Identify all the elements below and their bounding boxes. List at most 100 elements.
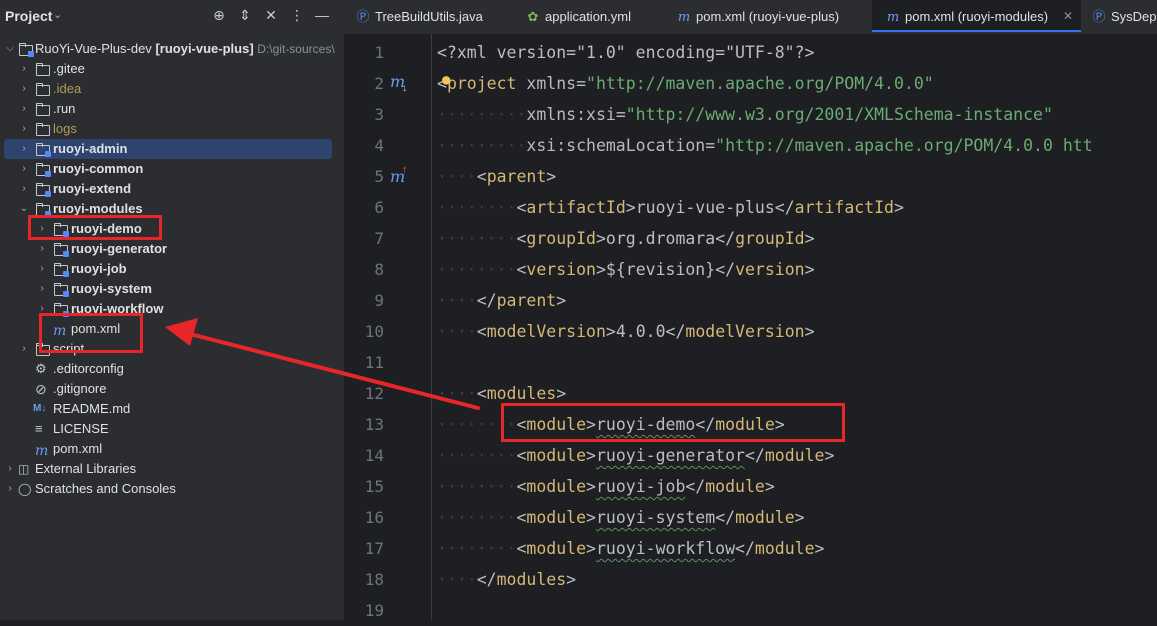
- tree-item-label: ruoyi-extend: [53, 181, 132, 196]
- tree-item-ruoyi-generator[interactable]: › ruoyi-generator: [4, 239, 332, 259]
- chevron-right-icon[interactable]: ›: [18, 159, 30, 179]
- chevron-right-icon[interactable]: ›: [18, 59, 30, 79]
- code-line-15: ········<module>ruoyi-job</module>: [437, 477, 775, 496]
- arrow-down-icon: ↓: [402, 82, 408, 94]
- project-tag: project: [446, 74, 517, 93]
- tree-item-label: README.md: [53, 401, 131, 416]
- tag-name: groupId: [526, 229, 596, 248]
- xmlns-attr: xmlns: [526, 74, 577, 93]
- module-value: ruoyi-job: [595, 477, 686, 496]
- tag-value: org.dromara: [605, 229, 716, 248]
- tree-item-editorconfig[interactable]: ⚙ .editorconfig: [4, 359, 332, 379]
- tab-pom-ruoyi-vue-plus[interactable]: m pom.xml (ruoyi-vue-plus): [677, 0, 839, 34]
- tag-name: module: [764, 446, 825, 465]
- tag-name: module: [526, 477, 587, 496]
- line-number: 17: [364, 539, 384, 558]
- tree-item-license[interactable]: ≡ LICENSE: [4, 419, 332, 439]
- module-folder-icon: [53, 242, 69, 257]
- line-number: 16: [364, 508, 384, 527]
- schema-attr: xsi:schemaLocation: [526, 136, 706, 155]
- tag-name: parent: [496, 291, 557, 310]
- tree-item-label: LICENSE: [53, 421, 109, 436]
- tree-item-idea[interactable]: › .idea: [4, 79, 332, 99]
- module-value: ruoyi-workflow: [595, 539, 736, 558]
- code-line-18: ····</modules>: [437, 570, 577, 589]
- tree-item-external-libraries[interactable]: › ◫ External Libraries: [4, 459, 332, 479]
- chevron-right-icon[interactable]: ›: [36, 239, 48, 259]
- java-class-icon: Ⓟ: [356, 9, 370, 24]
- code-line-10: ····<modelVersion>4.0.0</modelVersion>: [437, 322, 815, 341]
- chevron-right-icon[interactable]: ›: [18, 119, 30, 139]
- chevron-right-icon[interactable]: ›: [4, 459, 16, 479]
- bulb-icon[interactable]: ●: [442, 65, 450, 96]
- java-class-icon: Ⓟ: [1092, 9, 1106, 24]
- expand-all-icon[interactable]: ⇕: [236, 6, 254, 24]
- tree-item-run[interactable]: › .run: [4, 99, 332, 119]
- tag-name: module: [705, 477, 765, 496]
- tree-item-readme[interactable]: M↓ README.md: [4, 399, 332, 419]
- chevron-right-icon[interactable]: ›: [36, 259, 48, 279]
- gutter-separator: [431, 34, 432, 620]
- locate-icon[interactable]: ⊕: [210, 6, 228, 24]
- tree-item-gitee[interactable]: › .gitee: [4, 59, 332, 79]
- tab-label: TreeBuildUtils.java: [375, 9, 483, 24]
- line-number: 18: [364, 570, 384, 589]
- chevron-right-icon[interactable]: ›: [4, 479, 16, 499]
- chevron-right-icon[interactable]: ›: [18, 179, 30, 199]
- chevron-right-icon[interactable]: ›: [18, 99, 30, 119]
- folder-icon: [35, 62, 50, 76]
- panel-title[interactable]: Project: [5, 8, 52, 24]
- root-name: RuoYi-Vue-Plus-dev: [35, 41, 152, 56]
- line-number: 19: [364, 601, 384, 620]
- tab-application-yml[interactable]: ✿ application.yml: [526, 0, 631, 34]
- line-number: 11: [364, 353, 384, 372]
- tag-name: module: [526, 446, 587, 465]
- code-line-8: ········<version>${revision}</version>: [437, 260, 815, 279]
- tree-item-ruoyi-system[interactable]: › ruoyi-system: [4, 279, 332, 299]
- markdown-icon: M↓: [33, 403, 47, 414]
- close-icon[interactable]: ✕: [1063, 0, 1073, 33]
- tree-item-ruoyi-common[interactable]: › ruoyi-common: [4, 159, 332, 179]
- code-line-5: ····<parent>: [437, 167, 557, 186]
- chevron-right-icon[interactable]: ›: [18, 339, 30, 359]
- line-number: 13: [364, 415, 384, 434]
- line-number: 6: [374, 198, 384, 217]
- tree-item-ruoyi-admin[interactable]: › ruoyi-admin: [4, 139, 332, 159]
- chevron-down-icon[interactable]: ⌵: [4, 39, 16, 59]
- tree-item-logs[interactable]: › logs: [4, 119, 332, 139]
- hide-icon[interactable]: —: [313, 6, 331, 24]
- line-number: 9: [374, 291, 384, 310]
- tree-item-label: .idea: [53, 81, 82, 96]
- tab-label: pom.xml (ruoyi-vue-plus): [696, 9, 840, 24]
- options-icon[interactable]: ⋮: [288, 6, 306, 24]
- code-line-2: ● <project xmlns="http://maven.apache.org…: [437, 68, 934, 99]
- module-folder-icon: [35, 202, 51, 217]
- line-number: 3: [374, 105, 384, 124]
- tree-item-ruoyi-extend[interactable]: › ruoyi-extend: [4, 179, 332, 199]
- tree-item-root-pom[interactable]: m pom.xml: [4, 439, 332, 459]
- chevron-right-icon[interactable]: ›: [18, 79, 30, 99]
- chevron-down-icon[interactable]: ⌄: [53, 8, 62, 21]
- tag-name: modelVersion: [486, 322, 606, 341]
- tree-item-scratches[interactable]: › ◯ Scratches and Consoles: [4, 479, 332, 499]
- tab-pom-ruoyi-modules[interactable]: m pom.xml (ruoyi-modules) ✕: [872, 0, 1081, 32]
- collapse-all-icon[interactable]: ✕: [262, 6, 280, 24]
- line-number: 15: [364, 477, 384, 496]
- schema-value: "http://maven.apache.org/POM/4.0.0 htt: [715, 136, 1093, 155]
- tag-name: version: [735, 260, 805, 279]
- tab-tree-build-utils[interactable]: Ⓟ TreeBuildUtils.java: [356, 0, 483, 34]
- annotation-box-pom-xml: [39, 313, 143, 353]
- code-line-17: ········<module>ruoyi-workflow</module>: [437, 539, 825, 558]
- maven-icon: m: [677, 10, 691, 25]
- root-path: D:\git-sources\: [257, 42, 335, 56]
- tab-sysdep[interactable]: Ⓟ SysDep: [1092, 0, 1156, 34]
- xsi-value: "http://www.w3.org/2001/XMLSchema-instan…: [625, 105, 1053, 124]
- tree-item-label: pom.xml: [53, 441, 103, 456]
- tree-item-gitignore[interactable]: ⊘ .gitignore: [4, 379, 332, 399]
- chevron-right-icon[interactable]: ›: [36, 279, 48, 299]
- chevron-right-icon[interactable]: ›: [18, 139, 30, 159]
- tree-root[interactable]: ⌵ RuoYi-Vue-Plus-dev [ruoyi-vue-plus] D:…: [4, 39, 335, 59]
- annotation-box-module-demo: [501, 403, 845, 442]
- line-number: 7: [374, 229, 384, 248]
- tree-item-ruoyi-job[interactable]: › ruoyi-job: [4, 259, 332, 279]
